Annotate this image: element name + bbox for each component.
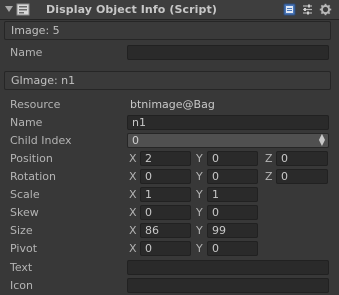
icon-field[interactable]	[127, 278, 329, 293]
icon-label: Icon	[10, 279, 33, 292]
size-y-field[interactable]: 99	[207, 223, 258, 238]
scale-x-field[interactable]: 1	[140, 187, 191, 202]
pivot-x-field[interactable]: 0	[140, 241, 191, 256]
pivot-label: Pivot	[10, 242, 38, 255]
text-label: Text	[10, 261, 33, 274]
dropdown-arrows-icon: ▲ ▼	[318, 132, 325, 147]
scale-y-axis-label: Y	[196, 188, 203, 201]
position-z-field[interactable]: 0	[276, 151, 328, 166]
rotation-y-field[interactable]: 0	[207, 169, 258, 184]
display-name-field[interactable]	[127, 45, 329, 60]
size-x-axis-label: X	[129, 224, 137, 237]
gear-icon[interactable]	[319, 3, 332, 16]
pivot-y-field[interactable]: 0	[207, 241, 258, 256]
gimage-label: GImage: n1	[11, 74, 76, 87]
display-object-section: Image: 5	[4, 21, 331, 40]
size-x-field[interactable]: 86	[140, 223, 191, 238]
position-y-axis-label: Y	[196, 152, 203, 165]
pivot-x-axis-label: X	[129, 242, 137, 255]
display-name-label: Name	[10, 46, 43, 59]
skew-x-field[interactable]: 0	[140, 205, 191, 220]
preset-sliders-icon[interactable]	[301, 3, 314, 16]
position-x-axis-label: X	[129, 152, 137, 165]
child-index-dropdown[interactable]: 0 ▲ ▼	[127, 133, 329, 148]
child-index-value: 0	[132, 134, 139, 147]
rotation-z-field[interactable]: 0	[276, 169, 328, 184]
rotation-z-axis-label: Z	[265, 170, 273, 183]
resource-value: btnimage@Bag	[130, 98, 215, 111]
component-title: Display Object Info (Script)	[46, 3, 217, 16]
display-object-label: Image: 5	[11, 24, 60, 37]
skew-label: Skew	[10, 206, 39, 219]
name-field[interactable]: n1	[127, 115, 329, 130]
child-index-label: Child Index	[10, 134, 72, 147]
scale-label: Scale	[10, 188, 40, 201]
size-y-axis-label: Y	[196, 224, 203, 237]
position-label: Position	[10, 152, 53, 165]
rotation-x-field[interactable]: 0	[140, 169, 191, 184]
rotation-y-axis-label: Y	[196, 170, 203, 183]
size-label: Size	[10, 224, 33, 237]
help-book-icon[interactable]	[283, 3, 296, 16]
foldout-arrow-icon[interactable]	[4, 4, 14, 14]
pivot-y-axis-label: Y	[196, 242, 203, 255]
gimage-section: GImage: n1	[4, 71, 331, 90]
position-x-field[interactable]: 2	[140, 151, 191, 166]
scale-y-field[interactable]: 1	[207, 187, 258, 202]
component-header[interactable]: Display Object Info (Script)	[0, 0, 339, 20]
rotation-x-axis-label: X	[129, 170, 137, 183]
skew-y-field[interactable]: 0	[207, 205, 258, 220]
position-z-axis-label: Z	[265, 152, 273, 165]
position-y-field[interactable]: 0	[207, 151, 258, 166]
rotation-label: Rotation	[10, 170, 57, 183]
skew-y-axis-label: Y	[196, 206, 203, 219]
name-label: Name	[10, 116, 43, 129]
skew-x-axis-label: X	[129, 206, 137, 219]
text-field[interactable]	[127, 260, 329, 275]
resource-label: Resource	[10, 98, 61, 111]
scale-x-axis-label: X	[129, 188, 137, 201]
script-component-icon	[16, 3, 30, 16]
